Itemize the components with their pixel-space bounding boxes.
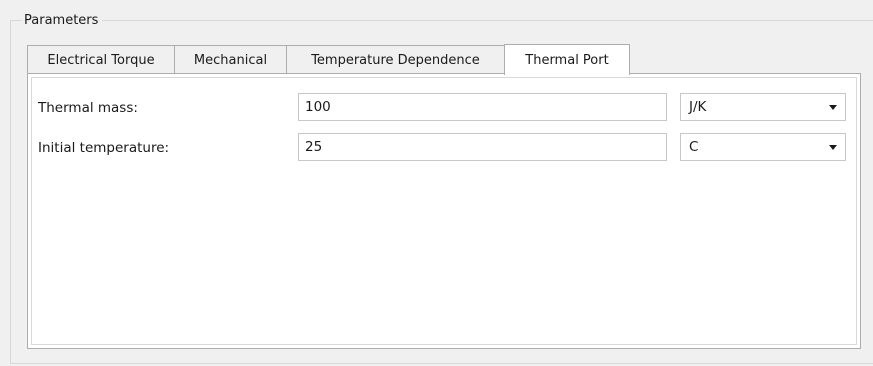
tab-bar: Electrical Torque Mechanical Temperature… xyxy=(27,44,630,75)
thermal-mass-unit-select[interactable]: J/K xyxy=(680,93,846,121)
chevron-down-icon xyxy=(829,105,837,110)
initial-temperature-label: Initial temperature: xyxy=(38,140,170,156)
initial-temperature-input[interactable]: 25 xyxy=(298,133,667,161)
thermal-mass-label: Thermal mass: xyxy=(38,100,138,116)
initial-temperature-unit-select[interactable]: C xyxy=(680,133,846,161)
parameters-group-title: Parameters xyxy=(22,12,103,30)
thermal-mass-input[interactable]: 100 xyxy=(298,93,667,121)
tab-temperature-dependence[interactable]: Temperature Dependence xyxy=(286,45,505,74)
tab-mechanical[interactable]: Mechanical xyxy=(174,45,287,74)
initial-temperature-unit-value: C xyxy=(689,139,699,155)
tab-thermal-port[interactable]: Thermal Port xyxy=(504,44,630,75)
tab-electrical-torque[interactable]: Electrical Torque xyxy=(27,45,175,74)
thermal-mass-unit-value: J/K xyxy=(689,99,707,115)
chevron-down-icon xyxy=(829,145,837,150)
